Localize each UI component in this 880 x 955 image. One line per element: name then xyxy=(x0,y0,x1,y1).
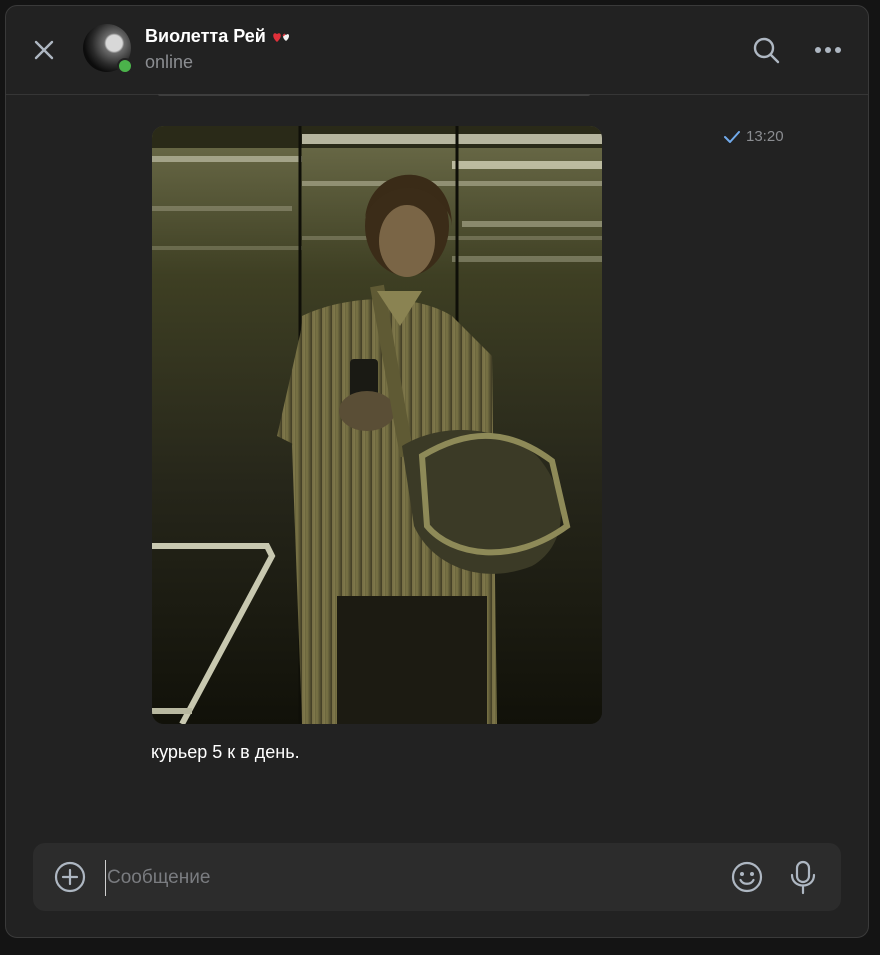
microphone-icon xyxy=(790,860,816,895)
emoji-button[interactable] xyxy=(730,860,764,894)
avatar[interactable] xyxy=(83,24,133,74)
message-text: курьер 5 к в день. xyxy=(151,742,300,762)
message-time: 13:20 xyxy=(724,128,784,145)
close-button[interactable] xyxy=(30,36,58,64)
search-icon xyxy=(753,37,780,64)
hearts-emoji-icon xyxy=(273,32,289,42)
voice-message-button[interactable] xyxy=(786,859,820,895)
search-button[interactable] xyxy=(750,34,782,66)
chat-header: Виолетта Рей online xyxy=(6,6,868,95)
smile-icon xyxy=(731,861,763,893)
message-photo[interactable] xyxy=(152,126,602,724)
message-input[interactable] xyxy=(105,860,709,896)
status-text: online xyxy=(145,52,194,72)
attach-button[interactable] xyxy=(53,860,87,894)
message-composer xyxy=(33,843,841,911)
more-button[interactable] xyxy=(812,34,844,66)
previous-message-edge xyxy=(158,94,590,96)
contact-name-text: Виолетта Рей xyxy=(145,26,266,46)
more-icon xyxy=(815,47,841,53)
chat-window: Виолетта Рей online 13:20 курьер 5 к в д… xyxy=(5,5,869,938)
online-indicator xyxy=(117,58,133,74)
elevator-selfie-image xyxy=(152,126,602,724)
check-icon xyxy=(724,130,740,143)
contact-name[interactable]: Виолетта Рей xyxy=(145,26,294,47)
close-icon xyxy=(34,40,54,60)
message-time-text: 13:20 xyxy=(746,128,784,145)
plus-circle-icon xyxy=(54,861,86,893)
